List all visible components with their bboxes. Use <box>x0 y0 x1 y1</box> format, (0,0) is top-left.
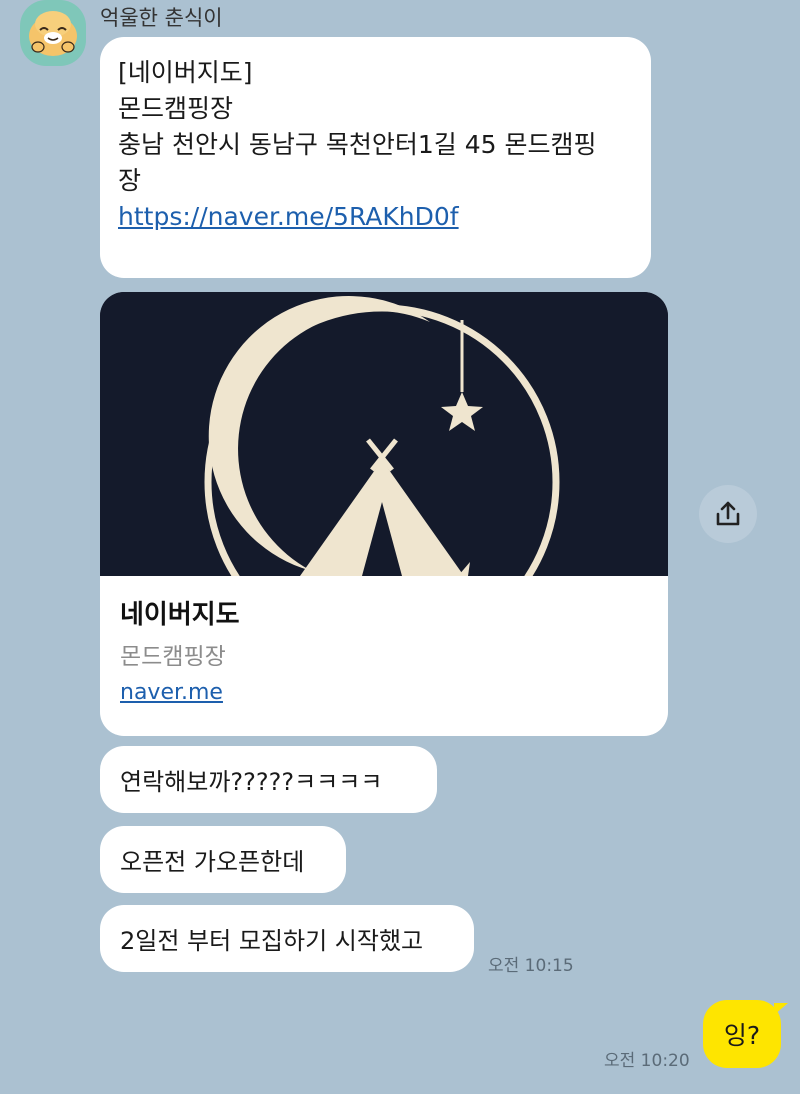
message-line: 몬드캠핑장 <box>118 94 234 123</box>
card-title: 네이버지도 <box>120 600 240 630</box>
my-message-bubble[interactable]: 잉? <box>703 1000 781 1068</box>
message-text: 연락해보까?????ㅋㅋㅋㅋ <box>120 768 383 796</box>
choonsik-avatar-icon <box>29 11 77 56</box>
message-line: 충남 천안시 동남구 목천안터1길 45 몬드캠핑 <box>118 130 597 159</box>
sender-avatar[interactable] <box>20 0 86 66</box>
share-button[interactable] <box>699 485 757 543</box>
share-icon <box>716 501 740 526</box>
message-bubble-map-share[interactable]: [네이버지도] 몬드캠핑장 충남 천안시 동남구 목천안터1길 45 몬드캠핑 … <box>100 37 651 278</box>
message-line: 장 <box>118 166 142 195</box>
message-bubble[interactable]: 오픈전 가오픈한데 <box>100 826 346 893</box>
message-line: [네이버지도] <box>118 58 253 87</box>
message-text: 오픈전 가오픈한데 <box>120 848 305 876</box>
my-message-text: 잉? <box>723 1021 761 1050</box>
card-subtitle: 몬드캠핑장 <box>120 644 226 670</box>
link-preview-card[interactable]: 네이버지도 몬드캠핑장 naver.me <box>100 292 668 736</box>
message-bubble[interactable]: 연락해보까?????ㅋㅋㅋㅋ <box>100 746 437 813</box>
card-domain-link[interactable]: naver.me <box>120 680 223 705</box>
message-link[interactable]: https://naver.me/5RAKhD0f <box>118 199 633 235</box>
my-message-timestamp: 오전 10:20 <box>604 1051 690 1071</box>
message-bubble[interactable]: 2일전 부터 모집하기 시작했고 <box>100 905 474 972</box>
message-timestamp: 오전 10:15 <box>488 956 574 976</box>
message-text: 2일전 부터 모집하기 시작했고 <box>120 927 424 955</box>
sender-name: 억울한 춘식이 <box>100 6 223 30</box>
moon-tent-logo-icon <box>100 292 668 576</box>
